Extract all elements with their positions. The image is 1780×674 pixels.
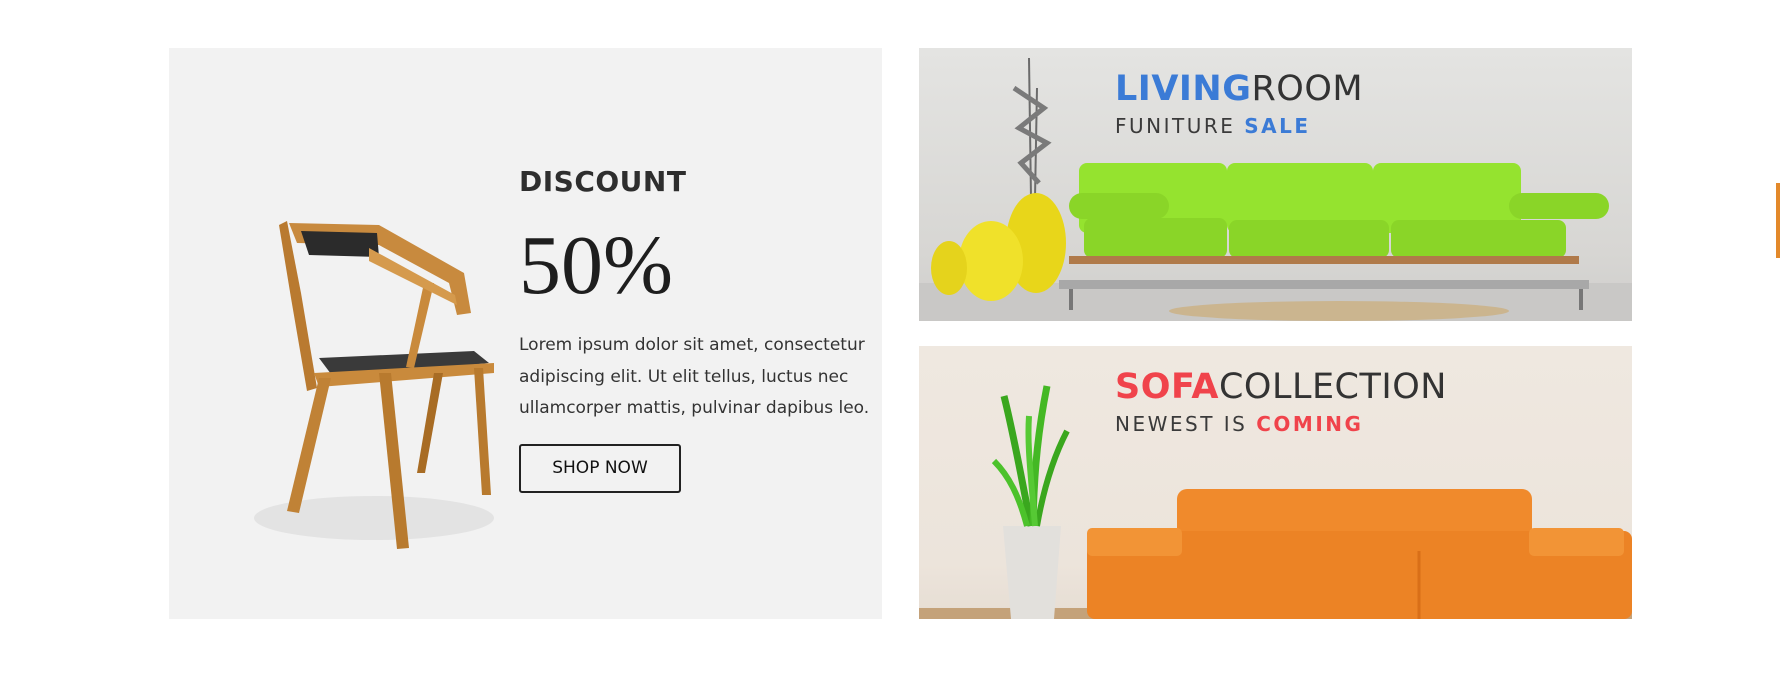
promo-content: DISCOUNT 50% Lorem ipsum dolor sit amet,… bbox=[519, 168, 882, 493]
discount-banner: DISCOUNT 50% Lorem ipsum dolor sit amet,… bbox=[169, 48, 882, 619]
sofa-headline: SOFACOLLECTION bbox=[1115, 370, 1447, 405]
subline-accent: SALE bbox=[1244, 114, 1311, 138]
subline-text: FUNITURE bbox=[1115, 114, 1245, 138]
sofa-collection-banner[interactable]: SOFACOLLECTION NEWEST IS COMING bbox=[919, 346, 1632, 619]
subline-accent: COMING bbox=[1256, 412, 1364, 436]
orange-sofa-image bbox=[1087, 489, 1632, 619]
vases-image bbox=[931, 57, 1066, 301]
headline-strong: LIVING bbox=[1115, 69, 1252, 109]
sofa-subline: NEWEST IS COMING bbox=[1115, 412, 1363, 436]
living-room-headline: LIVINGROOM bbox=[1115, 72, 1363, 107]
chair-image bbox=[254, 221, 494, 549]
living-room-banner[interactable]: LIVINGROOM FUNITURE SALE bbox=[919, 48, 1632, 321]
headline-strong: SOFA bbox=[1115, 367, 1219, 407]
subline-text: NEWEST IS bbox=[1115, 412, 1257, 436]
living-room-subline: FUNITURE SALE bbox=[1115, 114, 1311, 138]
promo-description: Lorem ipsum dolor sit amet, consectetur … bbox=[519, 335, 870, 418]
discount-title: DISCOUNT bbox=[519, 165, 687, 198]
plant-image bbox=[991, 385, 1070, 619]
green-sofa-image bbox=[1059, 163, 1609, 310]
headline-rest: COLLECTION bbox=[1218, 367, 1447, 407]
headline-rest: ROOM bbox=[1251, 69, 1364, 109]
discount-value: 50% bbox=[519, 219, 673, 312]
side-tab-icon[interactable] bbox=[1776, 183, 1780, 258]
shop-now-button[interactable]: SHOP NOW bbox=[519, 443, 681, 493]
